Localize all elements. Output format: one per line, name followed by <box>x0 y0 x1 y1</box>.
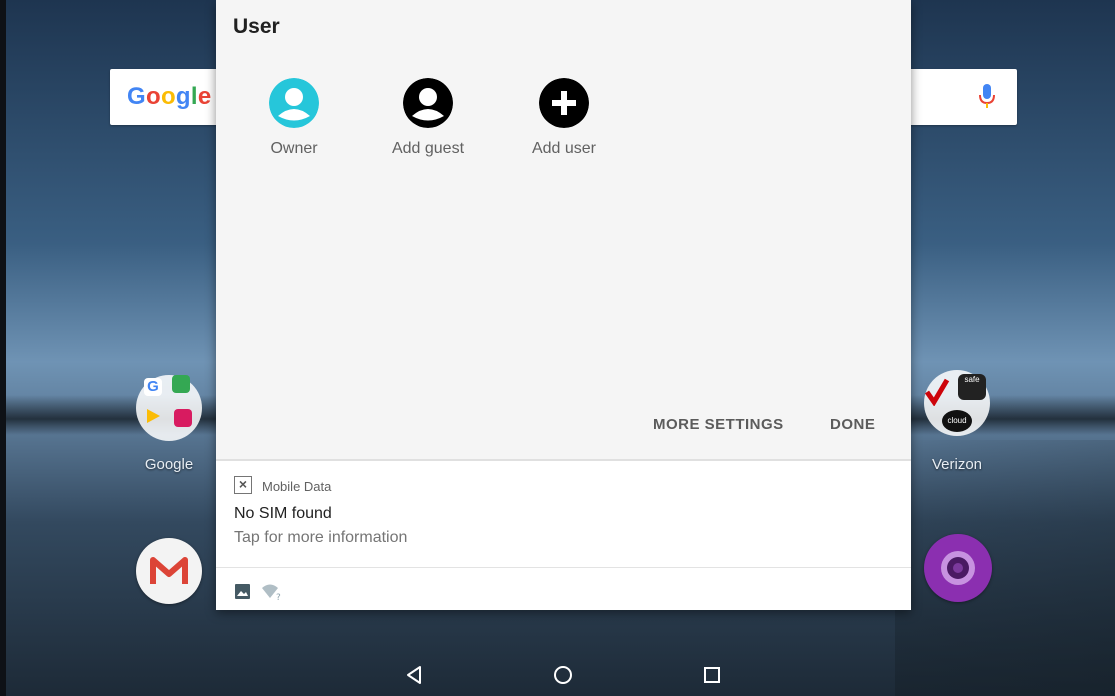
logo-letter: g <box>175 83 191 110</box>
user-tile-label: Owner <box>270 140 318 157</box>
google-folder[interactable]: G <box>136 375 202 441</box>
wifi-unknown-icon: ? <box>262 584 281 601</box>
guest-person-icon <box>403 78 453 128</box>
plus-circle-icon <box>539 78 589 128</box>
google-logo: Google <box>127 83 212 111</box>
logo-letter: o <box>160 83 176 110</box>
person-icon <box>269 78 319 128</box>
verizon-folder-label: Verizon <box>931 456 983 473</box>
screen-edge <box>0 0 6 696</box>
user-switcher-panel: User Owner Add guest Add user MORE SETTI… <box>216 0 911 459</box>
logo-letter: G <box>127 83 146 110</box>
back-icon[interactable] <box>404 664 426 686</box>
image-icon <box>235 584 250 599</box>
home-icon[interactable] <box>552 664 574 686</box>
google-folder-label: Google <box>144 456 194 473</box>
verizon-folder[interactable]: safe cloud <box>924 370 990 436</box>
user-tile-add-guest[interactable]: Add guest <box>368 78 488 168</box>
notification-title: No SIM found <box>234 505 332 522</box>
user-tile-label: Add user <box>531 140 597 157</box>
more-settings-button[interactable]: MORE SETTINGS <box>653 416 784 433</box>
verizon-check-icon <box>924 378 950 406</box>
user-tile-add-user[interactable]: Add user <box>504 78 624 168</box>
user-tile-label: Add guest <box>391 140 465 157</box>
maps-icon <box>172 375 190 393</box>
mobile-data-notification[interactable]: × Mobile Data No SIM found Tap for more … <box>216 461 911 567</box>
logo-letter: o <box>145 83 161 110</box>
google-app-icon: G <box>144 378 162 396</box>
notification-app-name: Mobile Data <box>262 479 332 494</box>
safe-app-icon: safe <box>958 374 986 400</box>
cloud-app-icon: cloud <box>942 410 972 432</box>
recents-icon[interactable] <box>701 664 723 686</box>
logo-letter: l <box>190 83 198 110</box>
notification-text: Tap for more information <box>234 529 408 546</box>
sim-x-icon: × <box>234 476 252 494</box>
done-button[interactable]: DONE <box>830 416 875 433</box>
play-movies-icon <box>174 409 192 427</box>
user-tile-owner[interactable]: Owner <box>234 78 354 168</box>
notification-status-row: ? <box>216 567 911 610</box>
gmail-icon[interactable] <box>136 538 202 604</box>
play-store-icon <box>144 407 162 425</box>
logo-letter: e <box>197 83 212 110</box>
camera-icon[interactable] <box>924 534 992 602</box>
svg-text:?: ? <box>276 593 281 601</box>
panel-title: User <box>233 15 280 38</box>
quick-settings-panel: User Owner Add guest Add user MORE SETTI… <box>216 0 911 610</box>
mic-icon[interactable] <box>979 84 995 110</box>
